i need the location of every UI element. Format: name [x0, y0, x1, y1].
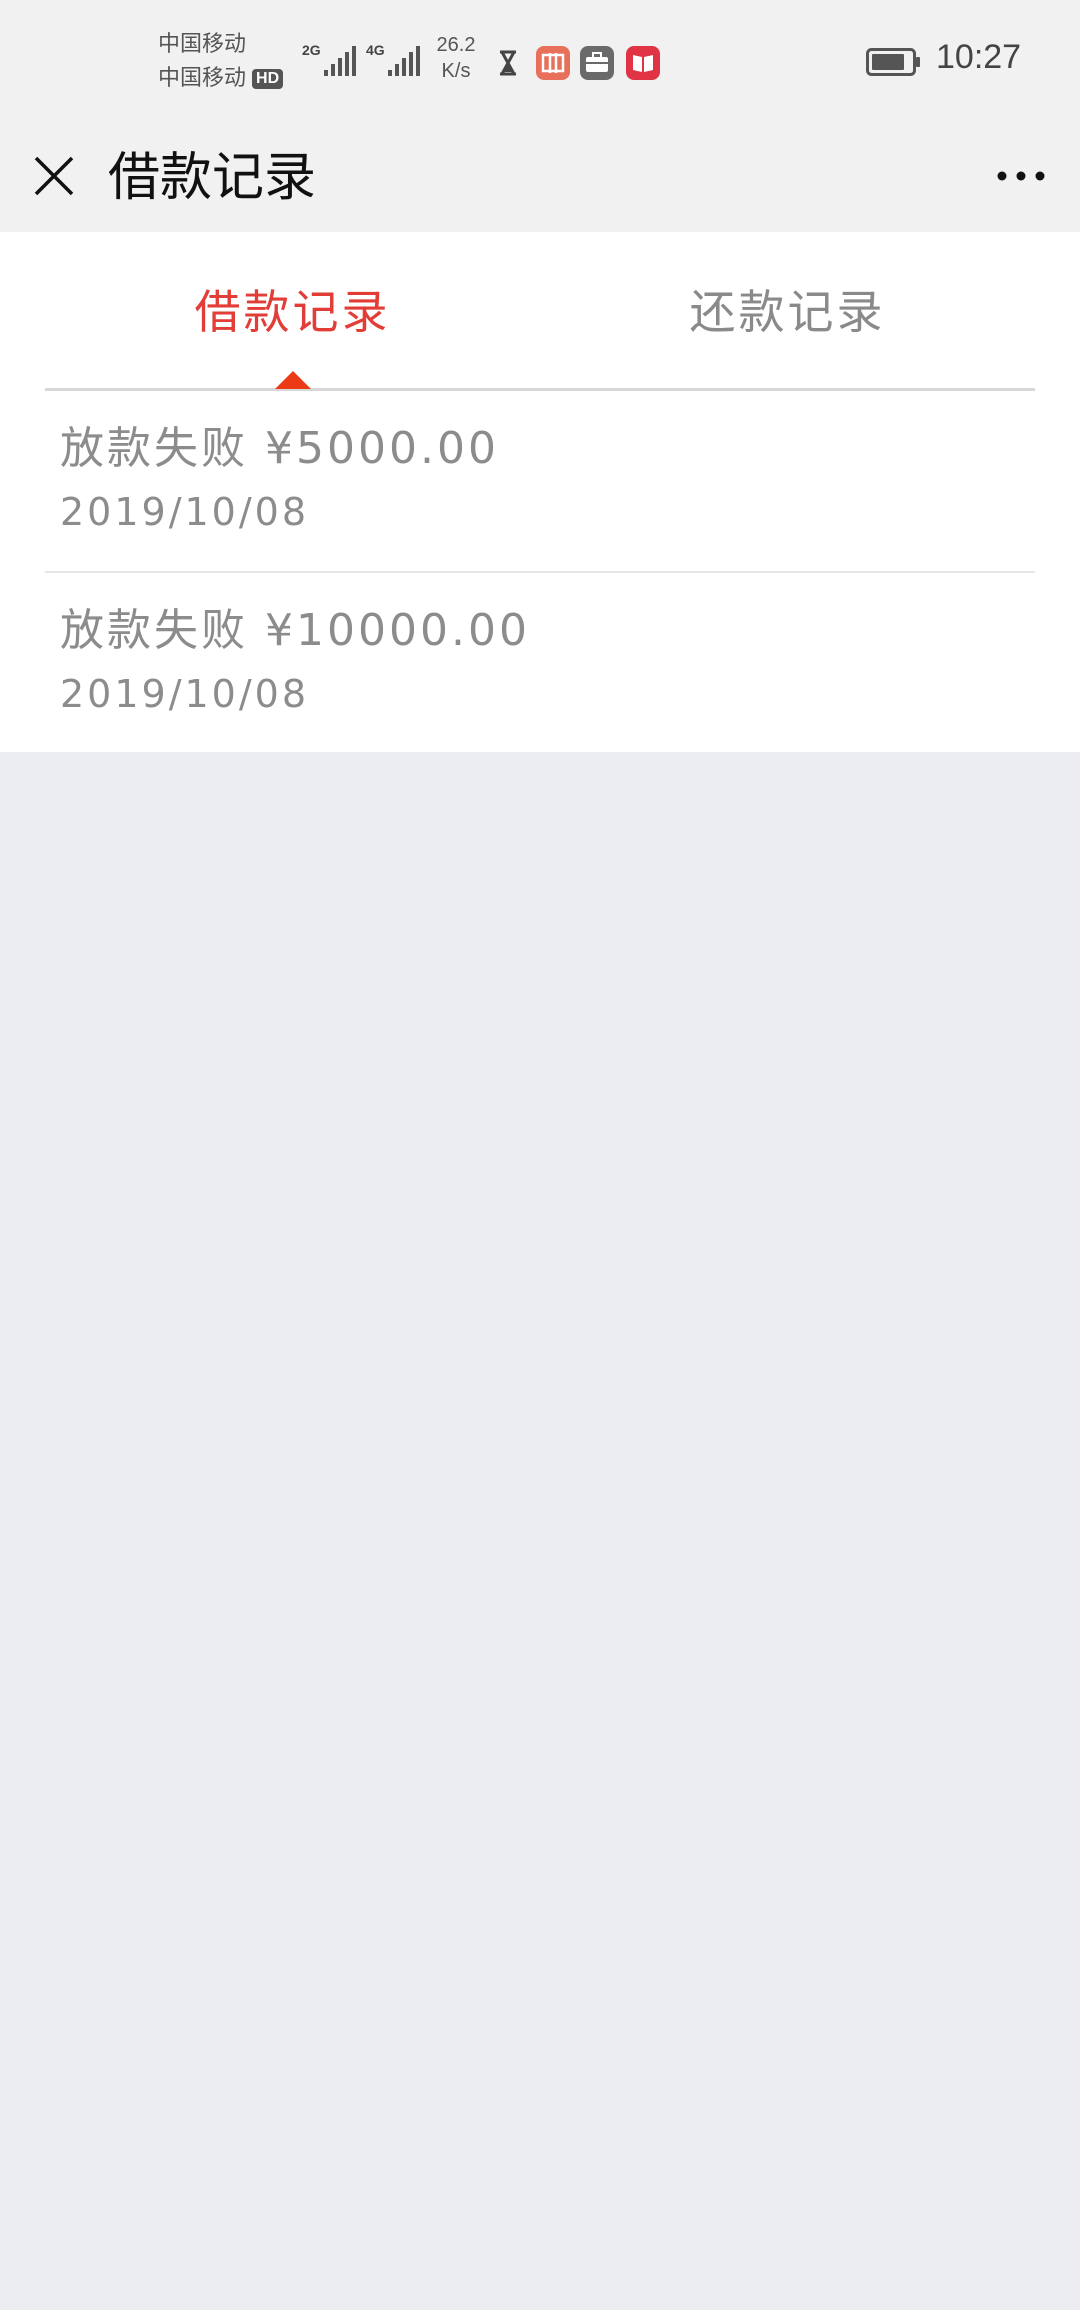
nav-bar: 借款记录: [0, 124, 1080, 232]
tab-repayment-records[interactable]: 还款记录: [540, 282, 1035, 342]
close-icon: [34, 156, 74, 196]
close-button[interactable]: [22, 144, 86, 208]
battery-icon: [866, 48, 922, 76]
carrier-info: 中国移动 中国移动 HD: [158, 28, 284, 96]
record-status: 放款失败: [60, 605, 248, 656]
list-item[interactable]: 放款失败 ¥10000.00 2019/10/08: [45, 573, 1035, 753]
record-list: 放款失败 ¥5000.00 2019/10/08 放款失败 ¥10000.00 …: [0, 391, 1080, 753]
record-amount: ¥5000.00: [265, 423, 499, 474]
carrier-2-label: 中国移动: [158, 66, 247, 91]
record-amount: ¥10000.00: [265, 605, 530, 656]
page-title: 借款记录: [108, 148, 317, 208]
hd-badge: HD: [252, 69, 284, 89]
record-date: 2019/10/08: [60, 672, 310, 716]
content-panel: 借款记录 还款记录 放款失败 ¥5000.00 2019/10/08 放款失败 …: [0, 232, 1080, 752]
record-title: 放款失败 ¥5000.00: [60, 421, 499, 477]
sim2-network-label: 4G: [366, 42, 385, 58]
book-app-icon: [626, 46, 660, 80]
status-bar: 中国移动 中国移动 HD 2G 4G 26.2 K/s 10:27: [0, 0, 1080, 124]
speed-unit: K/s: [441, 60, 471, 82]
clock: 10:27: [936, 38, 1022, 76]
tab-bar: 借款记录 还款记录: [45, 232, 1035, 391]
list-item[interactable]: 放款失败 ¥5000.00 2019/10/08: [45, 391, 1035, 573]
record-title: 放款失败 ¥10000.00: [60, 603, 530, 659]
carrier-1-label: 中国移动: [158, 32, 247, 57]
ticket-app-icon: [536, 46, 570, 80]
more-button[interactable]: [984, 144, 1058, 208]
network-speed: 26.2 K/s: [430, 32, 482, 84]
speed-value: 26.2: [436, 34, 476, 56]
record-date: 2019/10/08: [60, 490, 310, 534]
briefcase-app-icon: [580, 46, 614, 80]
active-tab-indicator: [275, 371, 311, 389]
sim1-network-label: 2G: [302, 42, 321, 58]
tab-loan-records[interactable]: 借款记录: [45, 282, 540, 342]
hourglass-icon: [494, 46, 522, 80]
more-icon: [997, 171, 1045, 181]
record-status: 放款失败: [60, 423, 248, 474]
